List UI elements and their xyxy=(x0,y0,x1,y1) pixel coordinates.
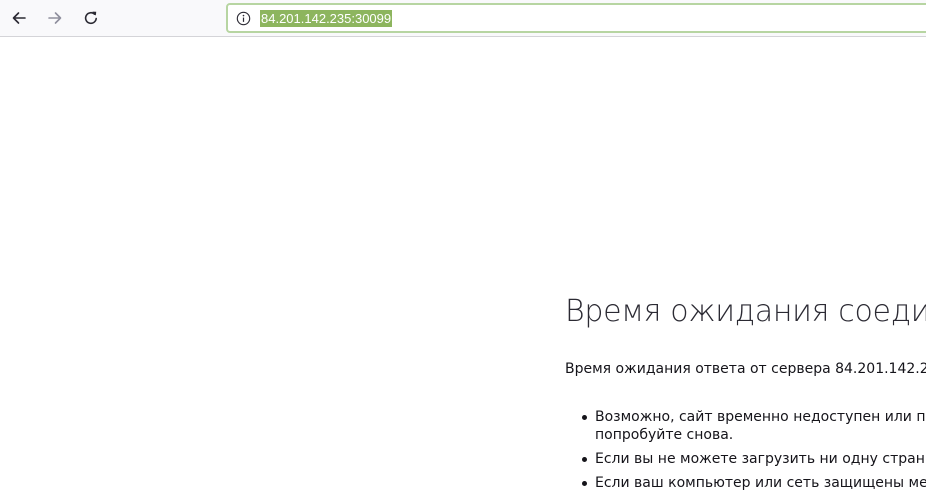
info-circle-icon[interactable] xyxy=(235,10,251,26)
forward-button[interactable] xyxy=(41,4,69,32)
browser-toolbar: 84.201.142.235:30099 xyxy=(0,0,926,37)
list-item: Если вы не можете загрузить ни одну стра… xyxy=(565,450,926,468)
error-hints-list: Возможно, сайт временно недоступен или п… xyxy=(565,408,926,498)
arrow-left-icon xyxy=(11,10,27,26)
arrow-right-icon xyxy=(47,10,63,26)
hint-text: Если ваш компьютер или сеть защищены меж xyxy=(595,475,926,491)
hint-text: Если вы не можете загрузить ни одну стра… xyxy=(595,451,926,467)
error-description: Время ожидания ответа от сервера 84.201.… xyxy=(565,361,926,377)
error-page: Время ожидания соедин Время ожидания отв… xyxy=(565,292,926,491)
hint-text: Возможно, сайт временно недоступен или п… xyxy=(595,409,926,425)
reload-icon xyxy=(83,10,99,26)
address-bar[interactable]: 84.201.142.235:30099 xyxy=(226,3,926,33)
reload-button[interactable] xyxy=(77,4,105,32)
url-text[interactable]: 84.201.142.235:30099 xyxy=(260,10,393,27)
list-item: Возможно, сайт временно недоступен или п… xyxy=(565,408,926,444)
list-item: Если ваш компьютер или сеть защищены меж xyxy=(565,474,926,492)
back-button[interactable] xyxy=(5,4,33,32)
error-title: Время ожидания соедин xyxy=(565,294,926,329)
hint-text: попробуйте снова. xyxy=(595,427,734,443)
